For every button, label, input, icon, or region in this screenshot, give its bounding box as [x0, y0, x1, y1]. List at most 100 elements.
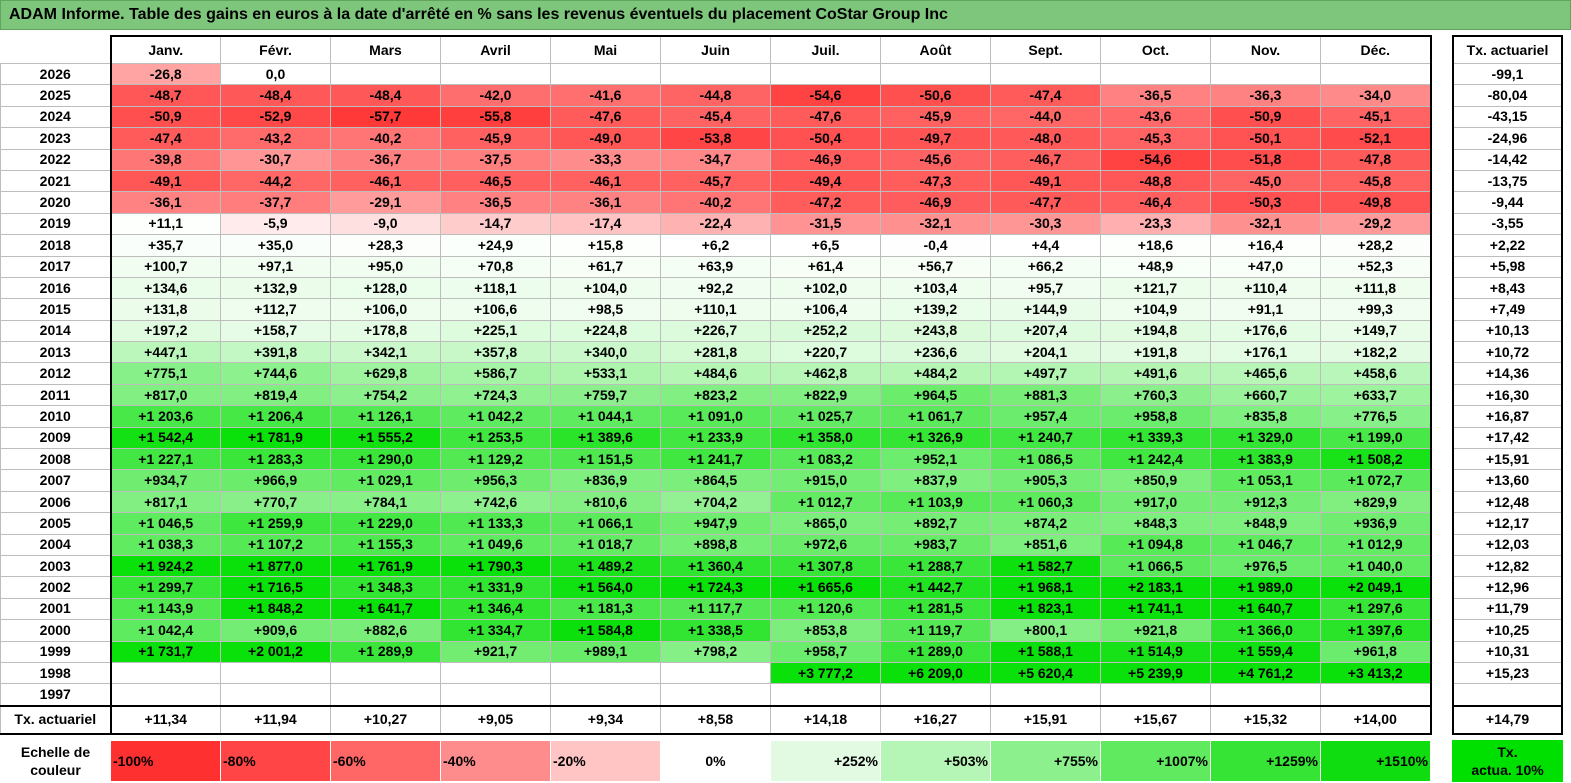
- scale-swatch: -20%: [550, 740, 661, 782]
- gain-cell: -45,3: [1100, 127, 1211, 150]
- gains-table: Janv. Févr. Mars Avril Mai Juin Juil. Août Sept.…: [0, 35, 1432, 735]
- gain-cell: +1 542,4: [109, 426, 221, 450]
- side-row: +12,17: [1452, 512, 1563, 535]
- gain-cell: +1 143,9: [109, 597, 221, 621]
- gain-cell: +220,7: [770, 341, 881, 364]
- gain-cell: +898,8: [660, 533, 771, 556]
- rate-cell: +12,82: [1452, 554, 1563, 578]
- gain-cell: +909,6: [220, 619, 331, 642]
- gain-cell: +281,8: [660, 341, 771, 364]
- gain-cell: +95,7: [990, 276, 1101, 300]
- gain-cell: -26,8: [109, 62, 221, 86]
- gain-cell: +61,7: [550, 255, 661, 278]
- gain-cell: +776,5: [1320, 405, 1432, 428]
- side-row: -9,44: [1452, 191, 1563, 214]
- gain-cell: [880, 683, 991, 707]
- gain-cell: -45,9: [440, 127, 551, 150]
- table-row: 2004 +1 038,3 +1 107,2 +1 155,3 +1 049,6 +1 0…: [0, 533, 1432, 556]
- side-row: +5,98: [1452, 255, 1563, 278]
- year-label: 2004: [0, 533, 111, 556]
- gain-cell: +874,2: [990, 512, 1101, 535]
- gain-cell: +1 283,3: [220, 448, 331, 471]
- gain-cell: +110,1: [660, 298, 771, 321]
- gain-cell: +1 155,3: [330, 533, 441, 556]
- gain-cell: +1 559,4: [1210, 640, 1321, 663]
- gain-cell: -46,9: [770, 148, 881, 171]
- gain-cell: +1 072,7: [1320, 469, 1432, 492]
- gain-cell: +1 129,2: [440, 448, 551, 471]
- gain-cell: +6,5: [770, 234, 881, 257]
- gain-cell: +1 289,0: [880, 640, 991, 663]
- gain-cell: +28,2: [1320, 234, 1432, 257]
- side-row: +10,31: [1452, 640, 1563, 663]
- gain-cell: -36,1: [109, 191, 221, 214]
- page-title: ADAM Informe. Table des gains en euros à…: [0, 0, 1571, 30]
- gain-cell: -49,4: [770, 169, 881, 193]
- gain-cell: +1 151,5: [550, 448, 661, 471]
- gain-cell: +224,8: [550, 319, 661, 343]
- gain-cell: [1320, 683, 1432, 707]
- table-row: 2024 -50,9 -52,9 -57,7 -55,8 -47,6 -45,4 -47,6-…: [0, 105, 1432, 129]
- gain-cell: +47,0: [1210, 255, 1321, 278]
- gain-cell: +63,9: [660, 255, 771, 278]
- gain-cell: -46,9: [880, 191, 991, 214]
- table-row: 2011 +817,0 +819,4 +754,2 +724,3 +759,7 +823,2…: [0, 383, 1432, 407]
- gain-cell: +118,1: [440, 276, 551, 300]
- gain-cell: +106,4: [770, 298, 881, 321]
- footer-rate-cell: +11,94: [220, 704, 331, 735]
- gain-cell: +28,3: [330, 234, 441, 257]
- gain-cell: +52,3: [1320, 255, 1432, 278]
- gain-cell: -50,9: [109, 105, 221, 129]
- side-row: +12,96: [1452, 576, 1563, 599]
- gain-cell: +917,0: [1100, 490, 1211, 514]
- gain-cell: +1 206,4: [220, 405, 331, 428]
- gain-cell: +1 724,3: [660, 576, 771, 599]
- gain-cell: +829,9: [1320, 490, 1432, 514]
- table-row: 2016 +134,6 +132,9 +128,0 +118,1 +104,0 +92,2 +…: [0, 276, 1432, 300]
- gain-cell: +952,1: [880, 448, 991, 471]
- year-label: 2003: [0, 554, 111, 578]
- gain-cell: +104,0: [550, 276, 661, 300]
- gain-cell: +1 389,6: [550, 426, 661, 450]
- gain-cell: +176,6: [1210, 319, 1321, 343]
- gain-cell: +236,6: [880, 341, 991, 364]
- table-row: 2025 -48,7 -48,4 -48,4 -42,0 -41,6 -44,8 -54,6-…: [0, 84, 1432, 107]
- header-row: Janv. Févr. Mars Avril Mai Juin Juil. Août Sept.…: [1, 35, 1432, 64]
- gain-cell: +972,6: [770, 533, 881, 556]
- gain-cell: +851,6: [990, 533, 1101, 556]
- rate-cell: +8,43: [1452, 276, 1563, 300]
- year-label: 2012: [0, 362, 111, 385]
- side-row: +12,82: [1452, 554, 1563, 578]
- scale-swatch: -60%: [330, 740, 441, 782]
- gain-cell: +823,2: [660, 383, 771, 407]
- rate-cell: +2,22: [1452, 234, 1563, 257]
- gain-cell: [220, 661, 331, 685]
- gain-cell: [330, 661, 441, 685]
- gain-cell: +921,8: [1100, 619, 1211, 642]
- gain-cell: -47,4: [990, 84, 1101, 107]
- gain-cell: +865,0: [770, 512, 881, 535]
- gain-cell: +2 183,1: [1100, 576, 1211, 599]
- gain-cell: +462,8: [770, 362, 881, 385]
- gain-cell: -43,2: [220, 127, 331, 150]
- gain-cell: +1 066,1: [550, 512, 661, 535]
- gain-cell: +2 001,2: [220, 640, 331, 663]
- gain-cell: +1 823,1: [990, 597, 1101, 621]
- gain-cell: +95,0: [330, 255, 441, 278]
- table-row: 2002 +1 299,7 +1 716,5 +1 348,3 +1 331,9 +1 5…: [0, 576, 1432, 599]
- gain-cell: -50,1: [1210, 127, 1321, 150]
- gain-cell: +1 640,7: [1210, 597, 1321, 621]
- gain-cell: +633,7: [1320, 383, 1432, 407]
- gain-cell: +226,7: [660, 319, 771, 343]
- gain-cell: +465,6: [1210, 362, 1321, 385]
- table-row: 2005 +1 046,5 +1 259,9 +1 229,0 +1 133,3 +1 0…: [0, 512, 1432, 535]
- gain-cell: [440, 62, 551, 86]
- gain-cell: +1 227,1: [109, 448, 221, 471]
- table-row: 2023 -47,4 -43,2 -40,2 -45,9 -49,0 -53,8 -50,4-…: [0, 127, 1432, 150]
- gain-cell: -57,7: [330, 105, 441, 129]
- month-header: Mars: [330, 35, 441, 64]
- gain-cell: -9,0: [330, 212, 441, 236]
- gain-cell: +1 253,5: [440, 426, 551, 450]
- scale-label: Echelle de couleur: [0, 740, 111, 782]
- gain-cell: [880, 62, 991, 86]
